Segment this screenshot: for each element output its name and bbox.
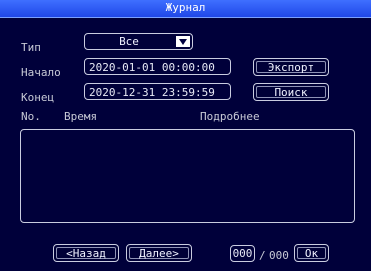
search-button-label: Поиск (256, 86, 326, 98)
total-pages: 000 (269, 249, 289, 262)
window-title: Журнал (165, 1, 206, 14)
type-select[interactable]: Все (84, 33, 193, 50)
column-time: Время (64, 110, 98, 123)
page-input[interactable]: 000 (230, 245, 255, 262)
type-label: Тип (21, 41, 41, 54)
ok-button[interactable]: Ок (294, 244, 329, 262)
prev-button[interactable]: <Назад (53, 244, 119, 262)
start-datetime-field[interactable]: 2020-01-01 00:00:00 (84, 58, 231, 75)
column-details: Подробнее (200, 110, 260, 123)
next-button-label: Далее> (129, 247, 189, 259)
search-button[interactable]: Поиск (253, 83, 329, 101)
end-datetime-field[interactable]: 2020-12-31 23:59:59 (84, 83, 231, 100)
chevron-down-icon[interactable] (176, 36, 190, 47)
next-button[interactable]: Далее> (126, 244, 192, 262)
column-no: No. (21, 110, 41, 123)
log-list[interactable] (20, 129, 355, 223)
title-bar: Журнал (0, 0, 371, 18)
ok-button-label: Ок (297, 247, 326, 259)
start-label: Начало (21, 66, 61, 79)
export-button[interactable]: Экспорт (253, 58, 329, 76)
end-label: Конец (21, 91, 55, 104)
type-select-value: Все (119, 35, 139, 48)
export-button-label: Экспорт (256, 61, 326, 73)
prev-button-label: <Назад (56, 247, 116, 259)
page-separator: / (259, 249, 266, 262)
